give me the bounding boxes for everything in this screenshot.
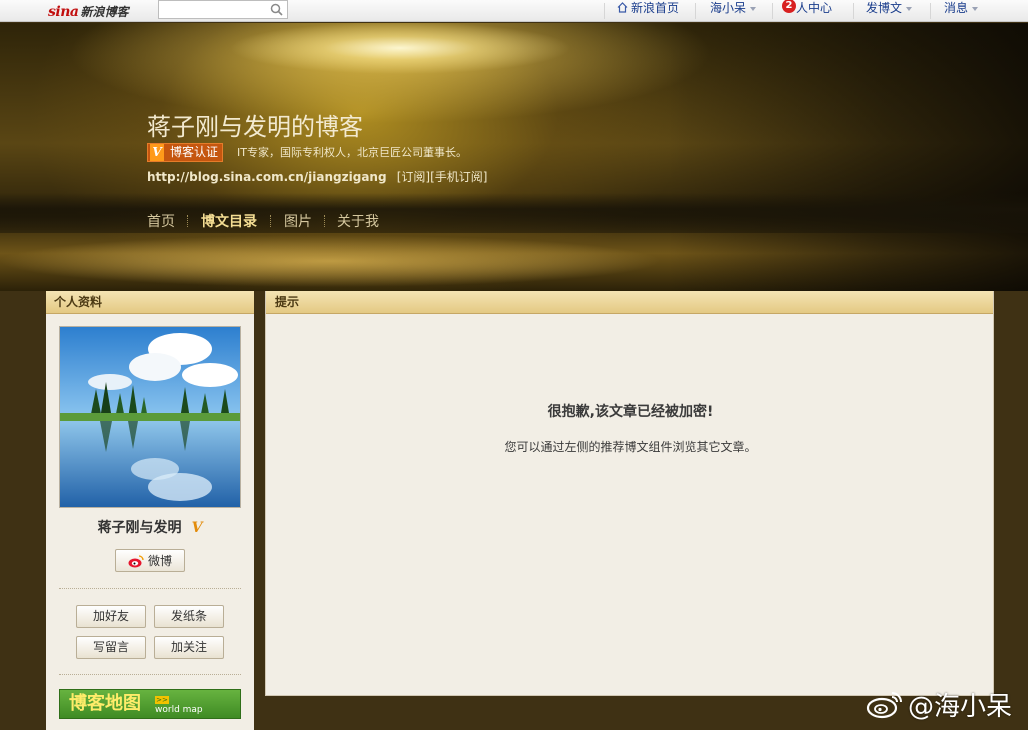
post-blog-label: 发博文 bbox=[866, 1, 903, 15]
nav-pictures[interactable]: 图片 bbox=[284, 211, 312, 231]
sina-home-link[interactable]: 新浪首页 bbox=[617, 0, 679, 22]
profile-nickname-row: 蒋子刚与发明 V bbox=[46, 517, 254, 537]
avatar-landscape-image bbox=[60, 327, 240, 507]
nav-divider bbox=[772, 3, 773, 19]
personal-center-label: 人中心 bbox=[796, 1, 833, 15]
home-icon bbox=[617, 2, 628, 13]
watermark-text: @海小呆 bbox=[908, 691, 1013, 722]
user-menu[interactable]: 海小呆 bbox=[710, 0, 757, 22]
notice-panel-header: 提示 bbox=[266, 291, 993, 314]
nav-home[interactable]: 首页 bbox=[147, 211, 175, 231]
nav-separator bbox=[187, 215, 188, 227]
mobile-subscribe-link[interactable]: [手机订阅] bbox=[430, 170, 487, 184]
double-arrow-icon: >> bbox=[155, 696, 169, 704]
search-icon[interactable] bbox=[270, 3, 283, 16]
nav-separator bbox=[324, 215, 325, 227]
nav-divider bbox=[853, 3, 854, 19]
weibo-button[interactable]: 微博 bbox=[115, 549, 185, 572]
weibo-icon bbox=[128, 554, 144, 567]
avatar[interactable] bbox=[59, 326, 241, 508]
nav-divider bbox=[695, 3, 696, 19]
blog-logo-text: 新浪博客 bbox=[80, 5, 129, 19]
chevron-down-icon bbox=[972, 6, 979, 11]
weibo-label: 微博 bbox=[147, 554, 172, 568]
divider bbox=[59, 588, 241, 589]
sina-home-label: 新浪首页 bbox=[631, 1, 680, 15]
world-map-text: world map bbox=[155, 705, 203, 715]
divider bbox=[59, 674, 241, 675]
search-input[interactable] bbox=[158, 0, 288, 19]
personal-center-link[interactable]: 2 人中心 bbox=[782, 0, 832, 22]
banner-shade bbox=[668, 23, 1028, 291]
subscribe-link[interactable]: [订阅] bbox=[397, 170, 430, 184]
weibo-watermark: @海小呆 bbox=[866, 686, 1012, 722]
blog-url[interactable]: http://blog.sina.com.cn/jiangzigang bbox=[147, 170, 387, 184]
nav-divider bbox=[930, 3, 931, 19]
blog-map-title: 博客地图 bbox=[69, 693, 141, 714]
encrypted-message-body: 您可以通过左侧的推荐博文组件浏览其它文章。 bbox=[504, 440, 757, 454]
nav-blog-directory[interactable]: 博文目录 bbox=[201, 211, 257, 231]
user-name: 海小呆 bbox=[710, 1, 747, 15]
profile-panel-header: 个人资料 bbox=[46, 291, 254, 314]
follow-button[interactable]: 加关注 bbox=[154, 636, 224, 659]
sina-logo-text: sina bbox=[48, 4, 79, 20]
verified-v-icon: V bbox=[191, 520, 203, 536]
chevron-down-icon bbox=[906, 6, 913, 11]
cert-description: IT专家，国际专利权人，北京巨匠公司董事长。 bbox=[237, 146, 467, 159]
encrypted-message-title: 很抱歉,该文章已经被加密! bbox=[547, 404, 714, 420]
profile-panel: 个人资料 蒋子刚与发明 V 微博 加好友 发纸条 写留言 加关注 博客地图 >>… bbox=[46, 291, 254, 730]
world-map-label: >> world map bbox=[155, 696, 203, 716]
sina-blog-logo[interactable]: sina 新浪博客 bbox=[48, 2, 128, 20]
profile-nickname[interactable]: 蒋子刚与发明 bbox=[98, 520, 182, 536]
chevron-down-icon bbox=[750, 6, 757, 11]
blog-title[interactable]: 蒋子刚与发明的博客 bbox=[147, 107, 363, 142]
blog-banner: 蒋子刚与发明的博客 V 博客认证 IT专家，国际专利权人，北京巨匠公司董事长。 … bbox=[0, 23, 1028, 291]
messages-menu[interactable]: 消息 bbox=[944, 0, 979, 22]
weibo-icon bbox=[866, 692, 902, 719]
messages-label: 消息 bbox=[944, 1, 969, 15]
add-friend-button[interactable]: 加好友 bbox=[76, 605, 146, 628]
top-bar: sina 新浪博客 新浪首页 海小呆 2 人中心 发博文 消息 bbox=[0, 0, 1028, 22]
send-note-button[interactable]: 发纸条 bbox=[154, 605, 224, 628]
cert-label: 博客认证 bbox=[170, 145, 219, 159]
blog-url-line: http://blog.sina.com.cn/jiangzigang [订阅]… bbox=[147, 168, 488, 185]
notification-badge: 2 bbox=[782, 0, 796, 13]
nav-about-me[interactable]: 关于我 bbox=[337, 211, 379, 231]
blog-cert-badge[interactable]: V 博客认证 bbox=[147, 143, 224, 162]
leave-message-button[interactable]: 写留言 bbox=[76, 636, 146, 659]
notice-panel: 提示 很抱歉,该文章已经被加密! 您可以通过左侧的推荐博文组件浏览其它文章。 bbox=[265, 291, 994, 696]
post-blog-menu[interactable]: 发博文 bbox=[866, 0, 913, 22]
verified-v-icon: V bbox=[150, 144, 164, 161]
blog-map-banner[interactable]: 博客地图 >> world map bbox=[59, 689, 241, 719]
nav-divider bbox=[604, 3, 605, 19]
nav-separator bbox=[270, 215, 271, 227]
